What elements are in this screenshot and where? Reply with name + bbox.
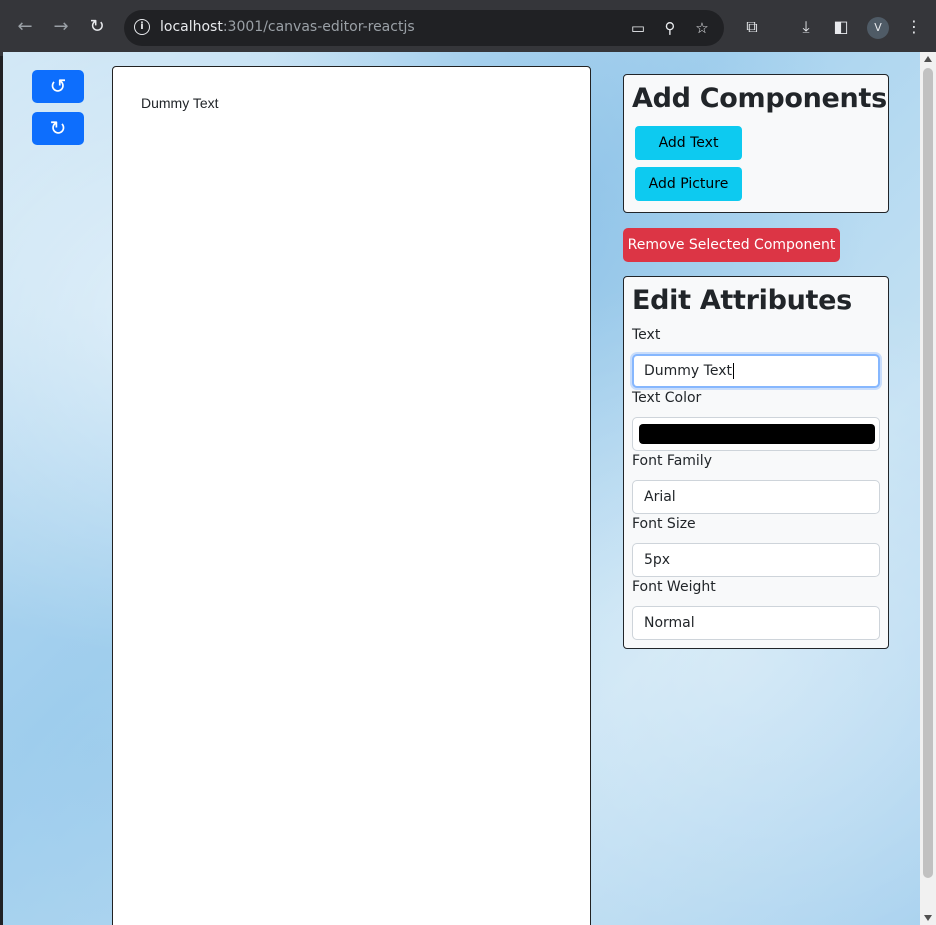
url-path: :3001/canvas-editor-reactjs bbox=[222, 19, 415, 35]
menu-kebab-icon[interactable]: ⋮ bbox=[903, 16, 925, 38]
text-input-value: Dummy Text bbox=[644, 363, 732, 379]
site-info-icon[interactable]: i bbox=[134, 19, 150, 35]
forward-arrow-icon[interactable]: → bbox=[48, 14, 74, 40]
canvas-text-element[interactable]: Dummy Text bbox=[141, 95, 219, 111]
undo-button[interactable]: ↺ bbox=[32, 70, 84, 103]
redo-icon: ↻ bbox=[49, 116, 67, 140]
text-color-picker[interactable] bbox=[632, 417, 880, 451]
text-color-label: Text Color bbox=[632, 390, 702, 406]
zoom-icon[interactable]: ⚲ bbox=[660, 18, 680, 38]
extensions-icon[interactable]: ⧉ bbox=[741, 16, 763, 38]
install-app-icon[interactable]: ▭ bbox=[628, 18, 648, 38]
font-weight-label: Font Weight bbox=[632, 579, 716, 595]
font-size-input[interactable]: 5px bbox=[632, 543, 880, 577]
bookmark-star-icon[interactable]: ☆ bbox=[692, 18, 712, 38]
url-text[interactable]: localhost:3001/canvas-editor-reactjs bbox=[160, 19, 415, 35]
scroll-down-arrow-icon[interactable] bbox=[924, 915, 932, 921]
undo-icon: ↺ bbox=[49, 74, 67, 98]
back-arrow-icon[interactable]: ← bbox=[12, 14, 38, 40]
text-input[interactable]: Dummy Text bbox=[632, 354, 880, 388]
page-background: ↺ ↻ Dummy Text Add Components Add Text A… bbox=[3, 52, 920, 925]
add-components-panel: Add Components Add Text Add Picture bbox=[623, 74, 889, 213]
edit-attributes-panel: Edit Attributes Text Dummy Text Text Col… bbox=[623, 276, 889, 649]
font-family-label: Font Family bbox=[632, 453, 712, 469]
edit-attributes-title: Edit Attributes bbox=[632, 285, 852, 316]
text-label: Text bbox=[632, 327, 661, 343]
download-icon[interactable]: ⤓ bbox=[795, 16, 817, 38]
add-picture-button[interactable]: Add Picture bbox=[635, 167, 742, 201]
font-family-input[interactable]: Arial bbox=[632, 480, 880, 514]
reload-icon[interactable]: ↻ bbox=[84, 14, 110, 40]
color-swatch bbox=[639, 424, 875, 444]
address-bar[interactable]: i localhost:3001/canvas-editor-reactjs ▭… bbox=[124, 10, 724, 46]
side-panel-icon[interactable]: ◧ bbox=[830, 16, 852, 38]
redo-button[interactable]: ↻ bbox=[32, 112, 84, 145]
add-text-button[interactable]: Add Text bbox=[635, 126, 742, 160]
remove-selected-component-button[interactable]: Remove Selected Component bbox=[623, 228, 840, 262]
font-size-label: Font Size bbox=[632, 516, 696, 532]
font-weight-input[interactable]: Normal bbox=[632, 606, 880, 640]
text-caret bbox=[732, 363, 734, 379]
url-host: localhost bbox=[160, 19, 223, 35]
page-scrollbar[interactable] bbox=[920, 52, 936, 925]
scrollbar-thumb[interactable] bbox=[923, 68, 933, 878]
add-components-title: Add Components bbox=[632, 83, 887, 114]
editor-canvas[interactable]: Dummy Text bbox=[112, 66, 591, 925]
profile-avatar[interactable]: V bbox=[867, 17, 889, 39]
scroll-up-arrow-icon[interactable] bbox=[924, 56, 932, 62]
browser-toolbar: ← → ↻ i localhost:3001/canvas-editor-rea… bbox=[0, 0, 936, 56]
